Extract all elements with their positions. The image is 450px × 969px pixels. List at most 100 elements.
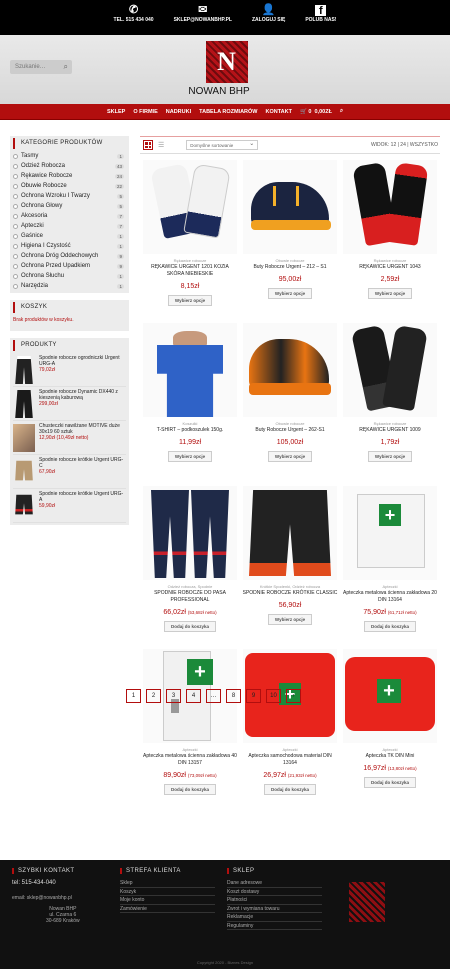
page-link[interactable]: 3	[166, 689, 181, 703]
category-item[interactable]: Rękawice Robocze 24	[13, 171, 126, 181]
category-item[interactable]: Obuwie Robocze 22	[13, 181, 126, 191]
footer-link[interactable]: Regulaminy	[227, 922, 322, 930]
product-category[interactable]: Koszulki	[183, 421, 198, 426]
category-radio[interactable]	[13, 163, 18, 169]
footer-link[interactable]: Płatności	[227, 896, 322, 905]
page-link[interactable]: ›	[286, 689, 301, 703]
footer-link[interactable]: Zamówienie	[120, 905, 215, 913]
product-category[interactable]: Apteczki	[182, 747, 197, 752]
category-radio[interactable]	[13, 273, 18, 279]
category-radio[interactable]	[13, 173, 18, 179]
product-title[interactable]: RĘKAWICE URGENT 1201 KOZIA SKÓRA NIEBIES…	[142, 264, 238, 278]
product-title[interactable]: Buty Robocze Urgent – 262-S1	[242, 427, 338, 434]
footer-link[interactable]: Moje konto	[120, 896, 215, 905]
sidebar-product[interactable]: Chusteczki nawilżane MOTIVE duże 30x19 6…	[13, 421, 126, 455]
product-category[interactable]: Rękawice robocze	[374, 421, 407, 426]
page-link[interactable]: 10	[266, 689, 281, 703]
product-image[interactable]: +	[343, 486, 437, 580]
product-action-button[interactable]: Wybierz opcje	[267, 451, 313, 462]
sidebar-product[interactable]: Spodnie robocze ogrodniczki Urgent URG-A…	[13, 353, 126, 387]
category-radio[interactable]	[13, 243, 18, 249]
product-action-button[interactable]: Dodaj do koszyka	[163, 621, 216, 632]
product-title[interactable]: Spodnie robocze krótkie Urgent URG-C	[39, 457, 126, 469]
search-icon[interactable]: ⌕	[64, 62, 68, 72]
sidebar-product[interactable]: Spodnie robocze krótkie Urgent URG-A 59,9…	[13, 489, 126, 523]
search-input[interactable]: Szukanie… ⌕	[10, 60, 72, 74]
category-radio[interactable]	[13, 153, 18, 159]
footer-link[interactable]: Koszt dostawy	[227, 888, 322, 896]
category-item[interactable]: Ochrona Wzroku I Twarzy 5	[13, 191, 126, 201]
sidebar-product[interactable]: Spodnie robocze krótkie Urgent URG-C 67,9…	[13, 455, 126, 489]
phone-link[interactable]: ✆ TEL. 515 434 040	[114, 3, 154, 35]
footer-tel[interactable]: tel: 515-434-040	[12, 880, 80, 886]
facebook-link[interactable]: f POLUB NAS!	[305, 3, 336, 35]
product-category[interactable]: Odzież robocza, Spodnie	[168, 584, 213, 589]
product-title[interactable]: SPODNIE ROBOCZE KRÓTKIE CLASSIC	[242, 590, 338, 597]
category-radio[interactable]	[13, 233, 18, 239]
nav-item-nadruki[interactable]: NADRUKI	[166, 109, 191, 115]
site-logo[interactable]: N NOWAN BHP	[188, 41, 255, 97]
category-item[interactable]: Akcesoria 7	[13, 211, 126, 221]
category-item[interactable]: Gaśnice 1	[13, 231, 126, 241]
product-category[interactable]: Rękawice robocze	[374, 258, 407, 263]
nav-item-kontakt[interactable]: KONTAKT	[266, 109, 292, 115]
footer-email[interactable]: email: sklep@nowanbhp.pl	[12, 895, 80, 901]
product-action-button[interactable]: Dodaj do koszyka	[363, 621, 416, 632]
product-title[interactable]: Apteczka samochodowa materiał DIN 13164	[242, 753, 338, 767]
product-action-button[interactable]: Wybierz opcje	[267, 614, 313, 625]
sort-select[interactable]: Domyślne sortowanie	[186, 140, 259, 150]
product-title[interactable]: RĘKAWICE URGENT 1009	[342, 427, 438, 434]
product-title[interactable]: Apteczka metalowa ścienna zakładowa 40 D…	[142, 753, 238, 767]
category-item[interactable]: Odzież Robocza 43	[13, 161, 126, 171]
product-title[interactable]: Buty Robocze Urgent – 212 – S1	[242, 264, 338, 271]
product-image[interactable]	[343, 160, 437, 254]
product-action-button[interactable]: Dodaj do koszyka	[163, 784, 216, 795]
product-image[interactable]	[243, 486, 337, 580]
product-action-button[interactable]: Wybierz opcje	[167, 451, 213, 462]
category-item[interactable]: Apteczki 7	[13, 221, 126, 231]
sidebar-product[interactable]: Spodnie robocze Dynamic DX440 z kieszeni…	[13, 387, 126, 421]
product-image[interactable]	[343, 323, 437, 417]
product-action-button[interactable]: Wybierz opcje	[267, 288, 313, 299]
page-link[interactable]: 4	[186, 689, 201, 703]
product-title[interactable]: RĘKAWICE URGENT 1043	[342, 264, 438, 271]
product-action-button[interactable]: Wybierz opcje	[367, 288, 413, 299]
footer-link[interactable]: Zwrot i wymiana towaru	[227, 905, 322, 913]
category-item[interactable]: Ochrona Przed Upadkiem 9	[13, 261, 126, 271]
product-title[interactable]: T-SHIRT – podkoszulek 150g.	[142, 427, 238, 434]
category-radio[interactable]	[13, 213, 18, 219]
footer-link[interactable]: Sklep	[120, 879, 215, 888]
nav-search-icon[interactable]: ⌕	[340, 108, 343, 115]
nav-cart[interactable]: 🛒 0 0,00ZŁ	[300, 109, 332, 115]
category-item[interactable]: Ochrona Dróg Oddechowych 9	[13, 251, 126, 261]
product-thumbnail[interactable]	[15, 390, 33, 418]
page-link[interactable]: 2	[146, 689, 161, 703]
page-link[interactable]: 1	[126, 689, 141, 703]
product-thumbnail[interactable]	[15, 356, 33, 384]
product-title[interactable]: Apteczka metalowa ścienna zakładowa 20 D…	[342, 590, 438, 604]
category-radio[interactable]	[13, 223, 18, 229]
product-title[interactable]: Spodnie robocze ogrodniczki Urgent URG-A	[39, 355, 126, 367]
footer-link[interactable]: Reklamacje	[227, 913, 322, 922]
grid-view-icon[interactable]	[143, 140, 153, 150]
product-image[interactable]	[143, 486, 237, 580]
category-item[interactable]: Ochrona Głowy 5	[13, 201, 126, 211]
product-category[interactable]: Apteczki	[382, 747, 397, 752]
product-title[interactable]: SPODNIE ROBOCZE DO PASA PROFESSIONAL	[142, 590, 238, 604]
category-radio[interactable]	[13, 253, 18, 259]
product-title[interactable]: Chusteczki nawilżane MOTIVE duże 30x19 6…	[39, 423, 126, 435]
category-item[interactable]: Ochrona Słuchu 1	[13, 271, 126, 281]
product-thumbnail[interactable]	[15, 460, 33, 481]
product-action-button[interactable]: Wybierz opcje	[367, 451, 413, 462]
login-link[interactable]: 👤 ZALOGUJ SIĘ	[252, 3, 285, 35]
product-title[interactable]: Apteczka TK DIN Mini	[342, 753, 438, 760]
product-category[interactable]: Krótkie Spodenki, Odzież robocza	[260, 584, 320, 589]
product-title[interactable]: Spodnie robocze Dynamic DX440 z kieszeni…	[39, 389, 126, 401]
product-image[interactable]	[243, 323, 337, 417]
category-item[interactable]: Narzędzia 1	[13, 281, 126, 291]
nav-item-sklep[interactable]: SKLEP	[107, 109, 125, 115]
product-category[interactable]: Rękawice robocze	[174, 258, 207, 263]
product-title[interactable]: Spodnie robocze krótkie Urgent URG-A	[39, 491, 126, 503]
category-radio[interactable]	[13, 183, 18, 189]
footer-link[interactable]: Dane adresowe	[227, 879, 322, 888]
